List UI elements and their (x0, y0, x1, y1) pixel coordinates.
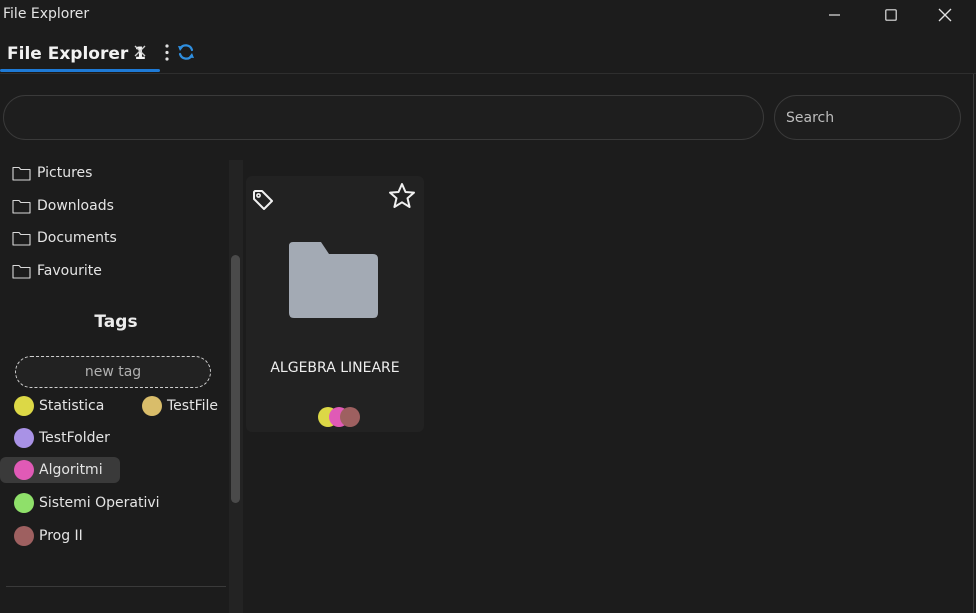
new-tag-input[interactable]: new tag (15, 356, 211, 388)
tag-label: TestFile (167, 398, 218, 414)
tag-label: TestFolder (39, 430, 110, 446)
tag-color-dot (340, 407, 360, 427)
sidebar: Pictures Downloads Documents Favourite T… (0, 160, 229, 613)
path-input[interactable] (3, 95, 764, 140)
tag-color-dot (14, 396, 34, 416)
tag-label: Sistemi Operativi (39, 495, 160, 511)
title-bar: File Explorer (0, 0, 976, 30)
close-icon (938, 8, 952, 22)
tag-label: Prog II (39, 528, 83, 544)
sidebar-divider (6, 586, 226, 587)
tag-color-dot (14, 526, 34, 546)
folder-icon (289, 242, 378, 318)
minimize-button[interactable] (812, 0, 858, 30)
tag-label: Statistica (39, 398, 105, 414)
folder-card[interactable]: ALGEBRA LINEARE (246, 176, 424, 432)
more-options-icon[interactable] (163, 43, 171, 63)
tab-label: File Explorer 1 (7, 44, 147, 64)
minimize-icon (829, 14, 840, 16)
active-tab-indicator (0, 69, 160, 72)
sidebar-item-downloads[interactable]: Downloads (12, 194, 212, 218)
maximize-icon (885, 9, 897, 21)
tag-sistemi-operativi[interactable]: Sistemi Operativi (14, 490, 160, 516)
search-input[interactable] (774, 95, 961, 140)
sidebar-item-favourite[interactable]: Favourite (12, 259, 212, 283)
tag-color-dot (14, 460, 34, 480)
item-name: ALGEBRA LINEARE (270, 360, 400, 376)
close-window-button[interactable] (922, 0, 968, 30)
folder-icon (12, 231, 31, 246)
sidebar-item-label: Pictures (37, 165, 93, 181)
item-tag-dots (318, 407, 368, 429)
star-icon[interactable] (387, 181, 417, 211)
tag-label: Algoritmi (39, 462, 103, 478)
tag-color-dot (14, 428, 34, 448)
tag-statistica[interactable]: Statistica (14, 393, 104, 419)
tags-heading: Tags (94, 312, 138, 332)
sidebar-scrollbar-thumb[interactable] (231, 255, 240, 503)
tag-icon[interactable] (251, 188, 275, 212)
sidebar-item-documents[interactable]: Documents (12, 226, 212, 250)
window-title: File Explorer (3, 6, 90, 22)
folder-icon (12, 166, 31, 181)
sidebar-item-label: Favourite (37, 263, 102, 279)
tag-algoritmi[interactable]: Algoritmi (0, 457, 120, 483)
sidebar-item-label: Documents (37, 230, 117, 246)
sidebar-item-label: Downloads (37, 198, 114, 214)
tag-testfolder[interactable]: TestFolder (14, 425, 110, 451)
tag-testfile[interactable]: TestFile (142, 393, 218, 419)
tab-strip: File Explorer 1 (0, 30, 976, 74)
folder-icon (12, 199, 31, 214)
tag-color-dot (14, 493, 34, 513)
refresh-icon[interactable] (177, 43, 195, 61)
maximize-button[interactable] (868, 0, 914, 30)
sidebar-item-pictures[interactable]: Pictures (12, 161, 212, 185)
window-edge (973, 74, 974, 613)
folder-icon (12, 264, 31, 279)
tag-prog-ii[interactable]: Prog II (14, 523, 83, 549)
tag-color-dot (142, 396, 162, 416)
tab-close-icon[interactable] (132, 43, 148, 59)
